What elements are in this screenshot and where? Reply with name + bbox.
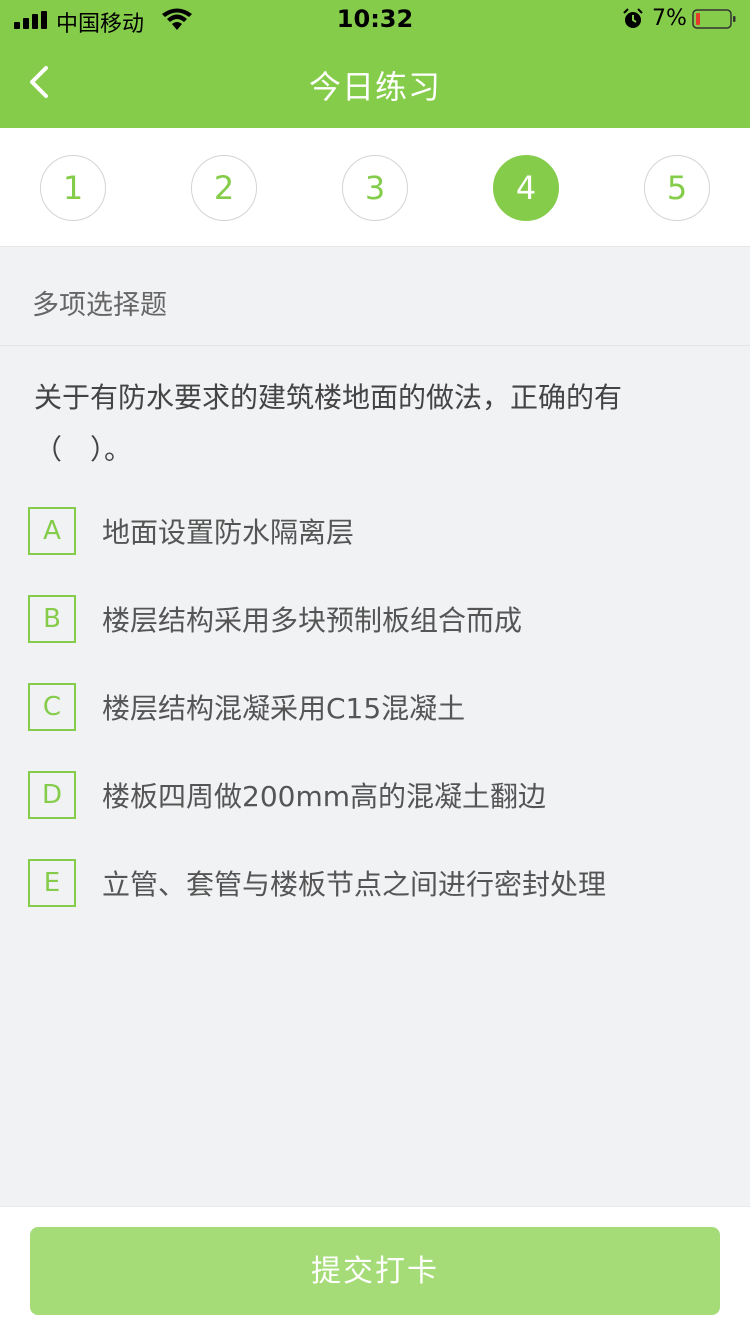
battery-icon (692, 9, 736, 29)
status-bar: 中国移动 10:32 7% (0, 0, 750, 40)
option-text: 楼板四周做200mm高的混凝土翻边 (102, 780, 546, 813)
alarm-icon (623, 8, 643, 28)
step-3[interactable]: 3 (342, 155, 408, 221)
option-d[interactable]: D 楼板四周做200mm高的混凝土翻边 (28, 771, 728, 821)
step-5[interactable]: 5 (644, 155, 710, 221)
option-letter: D (28, 771, 76, 819)
top-bar: 中国移动 10:32 7% 今日练习 (0, 0, 750, 128)
option-text: 地面设置防水隔离层 (102, 516, 355, 549)
page-title: 今日练习 (308, 68, 441, 106)
option-a[interactable]: A 地面设置防水隔离层 (28, 507, 728, 557)
footer-bar: 提交打卡 (0, 1206, 750, 1335)
option-letter: C (28, 683, 76, 731)
option-b[interactable]: B 楼层结构采用多块预制板组合而成 (28, 595, 728, 645)
option-letter: B (28, 595, 76, 643)
option-text: 楼层结构混凝采用C15混凝土 (102, 692, 466, 725)
step-2[interactable]: 2 (191, 155, 257, 221)
option-c[interactable]: C 楼层结构混凝采用C15混凝土 (28, 683, 728, 733)
option-text: 立管、套管与楼板节点之间进行密封处理 (102, 868, 607, 901)
question-text: 关于有防水要求的建筑楼地面的做法，正确的有（ ）。 (34, 381, 623, 466)
step-4-active[interactable]: 4 (493, 155, 559, 221)
option-e[interactable]: E 立管、套管与楼板节点之间进行密封处理 (28, 859, 728, 909)
battery-percent: 7% (652, 6, 687, 31)
question-type-header: 多项选择题 (0, 247, 750, 346)
question-stepper: 1 2 3 4 5 (0, 128, 750, 247)
option-letter: E (28, 859, 76, 907)
question-type-label: 多项选择题 (32, 290, 167, 321)
submit-checkin-button[interactable]: 提交打卡 (30, 1227, 720, 1315)
option-letter: A (28, 507, 76, 555)
step-1[interactable]: 1 (40, 155, 106, 221)
option-text: 楼层结构采用多块预制板组合而成 (102, 604, 523, 637)
